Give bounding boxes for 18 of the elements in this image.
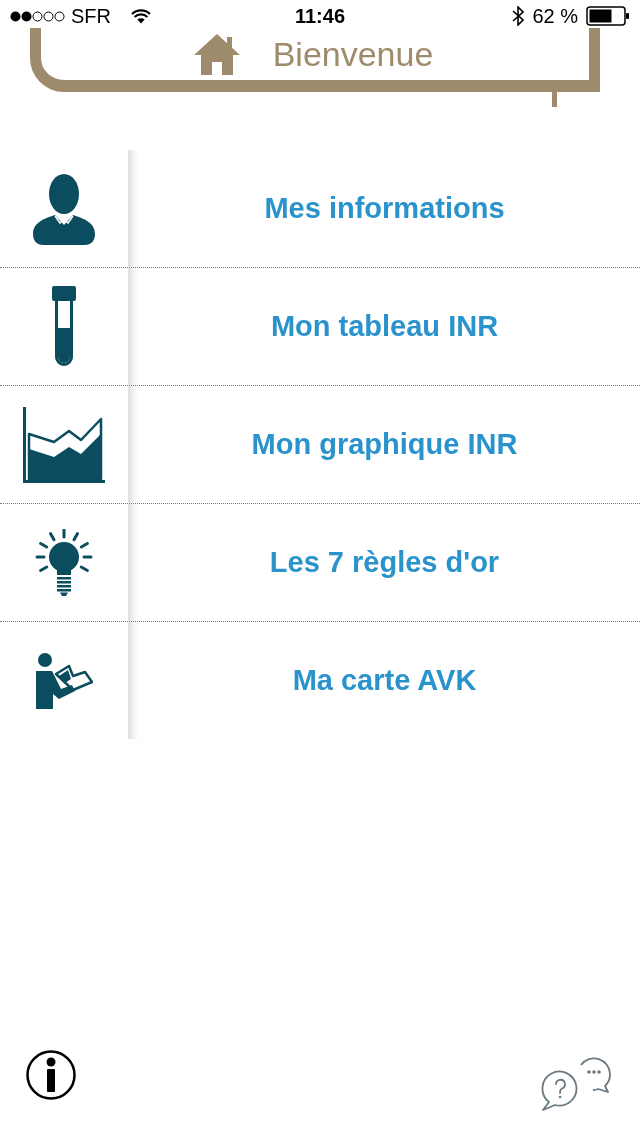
battery-percent: 62 % xyxy=(532,6,578,26)
menu-item[interactable]: Mes informations xyxy=(0,150,640,268)
battery-icon xyxy=(586,6,630,26)
status-time: 11:46 xyxy=(294,6,345,26)
signal-icon xyxy=(10,10,65,22)
menu-item[interactable]: Les 7 règles d'or xyxy=(0,504,640,622)
page-title: Bienvenue xyxy=(272,37,434,71)
info-icon[interactable] xyxy=(26,1050,76,1100)
area-chart-icon xyxy=(23,406,105,483)
test-tube-icon xyxy=(52,285,76,368)
person-reading-icon xyxy=(35,652,93,709)
person-bust-icon xyxy=(32,172,96,245)
menu-item[interactable]: Mon tableau INR xyxy=(0,268,640,386)
home-icon xyxy=(192,33,241,75)
bluetooth-icon xyxy=(512,6,525,26)
menu-item[interactable]: Mon graphique INR xyxy=(0,386,640,504)
carrier-name: SFR xyxy=(71,6,111,26)
wifi-icon xyxy=(131,8,151,24)
